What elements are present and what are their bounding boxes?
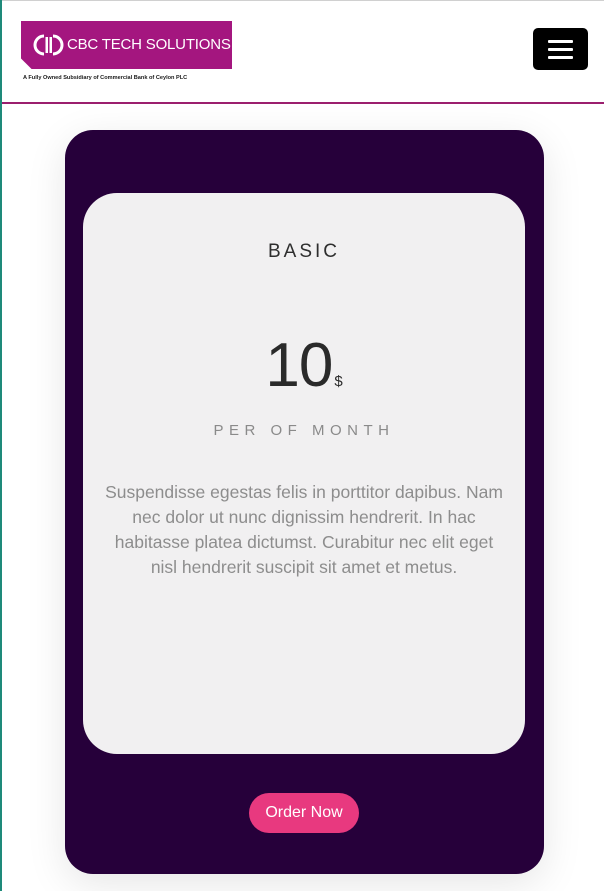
price-amount: 10 [265,331,333,400]
logo-mark-icon [33,34,64,56]
plan-description: Suspendisse egestas felis in porttitor d… [105,482,503,577]
logo-text: CBC TECH SOLUTIONS [67,36,231,53]
plan-price: 10 $ [83,333,525,399]
left-edge-strip [0,0,2,891]
price-currency: $ [334,373,343,390]
menu-bar-icon [548,56,573,59]
logo-badge: CBC TECH SOLUTIONS [21,21,232,69]
pricing-card-body: BASIC 10 $ PER OF MONTH Suspendisse egest… [83,193,525,754]
hamburger-menu-button[interactable] [533,28,588,70]
menu-bar-icon [548,48,573,51]
billing-period: PER OF MONTH [213,422,395,439]
menu-bar-icon [548,40,573,43]
company-logo[interactable]: CBC TECH SOLUTIONS A Fully Owned Subsidi… [21,21,235,85]
order-now-button[interactable]: Order Now [249,793,359,833]
pricing-card: BASIC 10 $ PER OF MONTH Suspendisse egest… [65,130,544,874]
logo-tagline: A Fully Owned Subsidiary of Commercial B… [23,75,188,81]
plan-name: BASIC [267,241,341,262]
site-header: CBC TECH SOLUTIONS A Fully Owned Subsidi… [2,1,604,104]
page: CBC TECH SOLUTIONS A Fully Owned Subsidi… [0,0,604,891]
